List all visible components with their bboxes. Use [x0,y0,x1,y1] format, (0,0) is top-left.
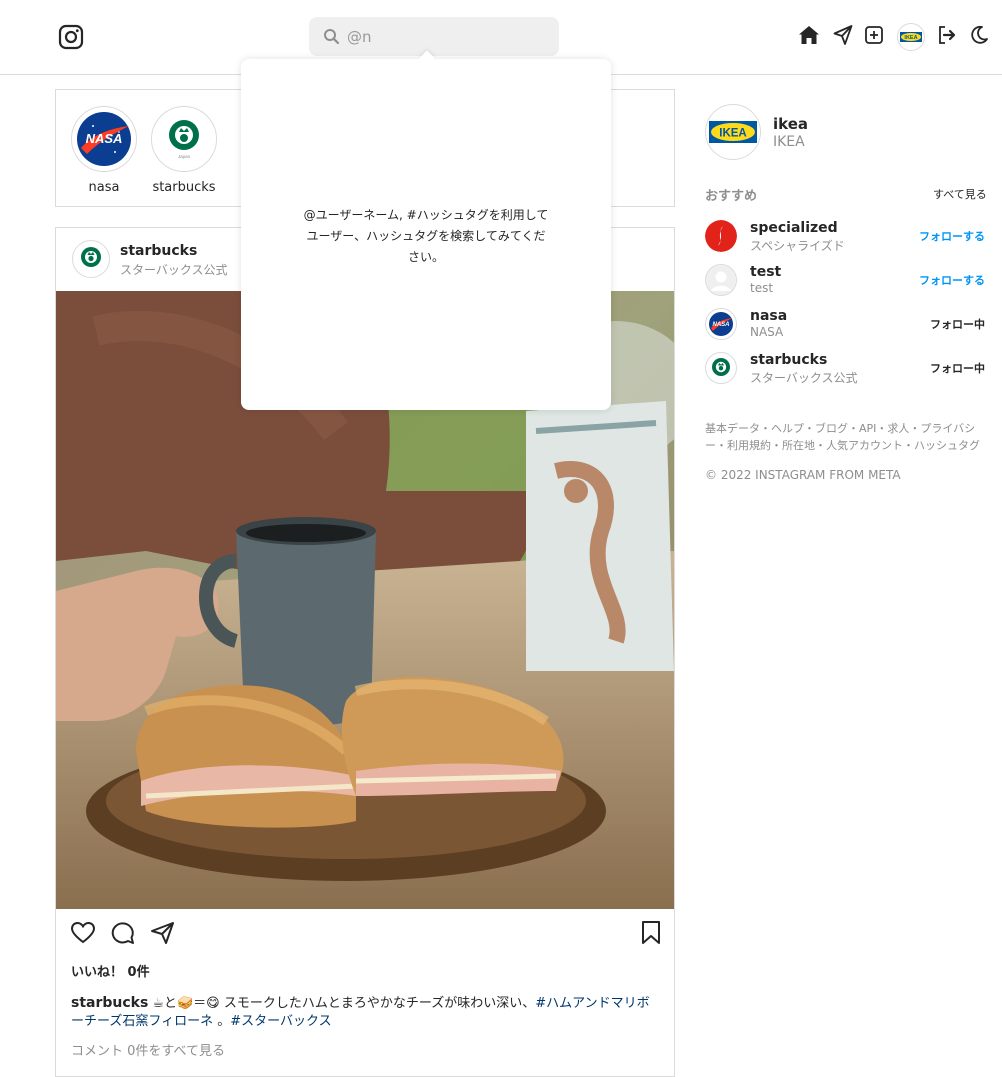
suggestion-item: test test フォローする [705,264,985,298]
avatar[interactable]: NASA [705,308,737,340]
view-comments-link[interactable]: コメント 0件をすべて見る [71,1040,225,1059]
svg-text:NASA: NASA [86,131,123,146]
search-hint: @ユーザーネーム, #ハッシュタグを利用して ユーザー、ハッシュタグを検索してみ… [303,208,549,264]
svg-text:IKEA: IKEA [719,128,746,140]
suggestion-username[interactable]: starbucks [750,352,827,368]
caption-username[interactable]: starbucks [71,995,148,1011]
suggestion-username[interactable]: specialized [750,220,838,236]
search-input[interactable] [347,17,547,56]
starbucks-logo [76,244,106,274]
story-name: starbucks [152,180,216,195]
post-subtitle: スターバックス公式 [120,263,228,277]
story-avatar[interactable]: Japan [151,106,217,172]
bookmark-icon[interactable] [640,920,662,950]
suggestion-item: starbucks スターバックス公式 フォロー中 [705,352,985,386]
ikea-logo: IKEA [709,121,757,143]
suggestion-name: スペシャライズド [750,239,845,253]
current-name: IKEA [773,134,805,150]
avatar[interactable] [705,264,737,296]
suggestion-name: スターバックス公式 [750,371,858,385]
follow-button[interactable]: フォローする [919,272,985,288]
avatar[interactable]: IKEA [897,23,925,51]
like-count: いいね！ 0件 [71,965,150,980]
story-item-nasa[interactable]: NASA nasa [71,106,137,195]
copyright: © 2022 INSTAGRAM FROM META [705,468,901,482]
suggestion-username[interactable]: test [750,264,781,280]
avatar[interactable] [72,240,110,278]
suggestion-item: specialized スペシャライズド フォローする [705,220,985,254]
starbucks-logo: Japan [157,112,211,166]
moon-icon[interactable] [969,24,989,50]
nasa-logo: NASA [77,112,131,166]
comment-icon[interactable] [109,920,135,950]
default-avatar-icon [706,265,736,295]
add-post-icon[interactable] [864,24,884,50]
suggestion-name: test [750,281,774,295]
caption-text: ☕と🥪＝😋 スモークしたハムとまろやかなチーズが味わい深い、 [152,996,536,1011]
post-actions [56,920,674,950]
avatar[interactable] [705,220,737,252]
send-icon[interactable] [833,24,853,50]
svg-text:NASA: NASA [712,322,729,328]
current-username[interactable]: ikea [773,115,808,133]
share-icon[interactable] [150,920,176,950]
hashtag-link[interactable]: #スターバックス [230,1014,331,1029]
caption-text: 。 [213,1014,231,1029]
svg-text:Japan: Japan [178,154,191,159]
logout-icon[interactable] [937,24,957,50]
follow-button[interactable]: フォローする [919,228,985,244]
story-name: nasa [88,180,120,195]
avatar[interactable] [705,352,737,384]
home-icon[interactable] [798,24,820,50]
story-item-starbucks[interactable]: Japan starbucks [151,106,217,195]
heart-icon[interactable] [70,920,96,950]
post-caption: starbucks ☕と🥪＝😋 スモークしたハムとまろやかなチーズが味わい深い、 #… [71,994,661,1031]
instagram-icon[interactable] [58,24,84,50]
specialized-logo [705,220,737,252]
search-box[interactable] [309,17,559,56]
suggestion-username[interactable]: nasa [750,308,787,324]
nasa-logo: NASA [709,312,733,336]
see-all-link[interactable]: すべて見る [933,186,987,202]
following-button[interactable]: フォロー中 [930,316,985,332]
suggestions-title: おすすめ [705,189,758,204]
search-icon [323,28,340,45]
search-results-dropdown: @ユーザーネーム, #ハッシュタグを利用して ユーザー、ハッシュタグを検索してみ… [241,59,611,410]
svg-text:IKEA: IKEA [904,35,917,41]
following-button[interactable]: フォロー中 [930,360,985,376]
avatar[interactable]: IKEA [705,104,761,160]
suggestion-item: NASA nasa NASA フォロー中 [705,308,985,342]
footer-links[interactable]: 基本データ・ヘルプ・ブログ・API・求人・プライバシー・利用規約・所在地・人気ア… [705,420,990,454]
post-username[interactable]: starbucks [120,243,197,259]
suggestion-name: NASA [750,325,784,339]
starbucks-logo [712,358,730,376]
story-avatar[interactable]: NASA [71,106,137,172]
